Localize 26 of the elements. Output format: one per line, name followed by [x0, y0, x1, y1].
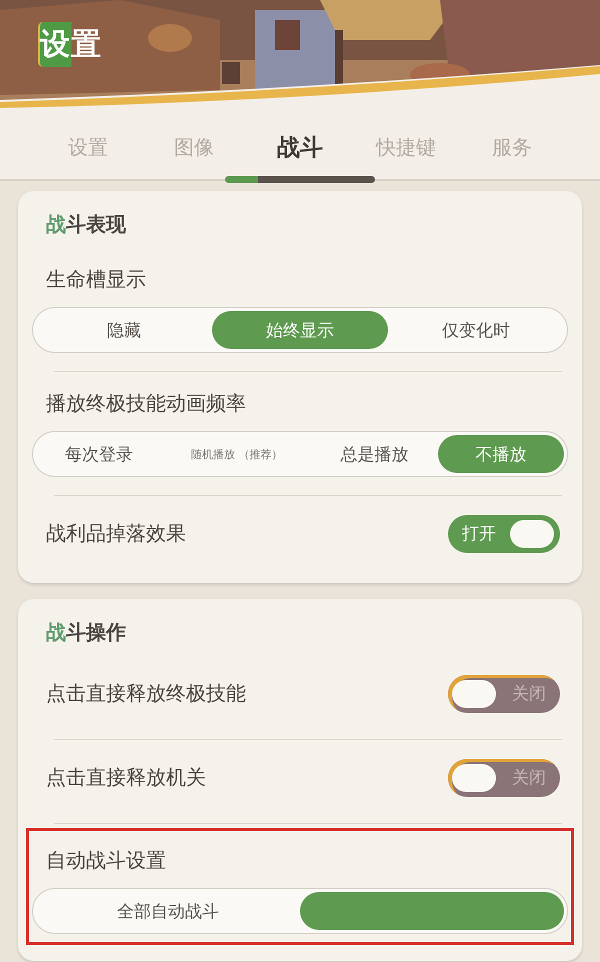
- toggle-switch[interactable]: 关闭: [448, 758, 560, 796]
- tab[interactable]: 服务: [459, 126, 565, 179]
- tab[interactable]: 快捷键: [353, 126, 459, 179]
- segment-option[interactable]: 每次登录: [36, 435, 162, 473]
- tab[interactable]: 战斗: [247, 126, 353, 179]
- section-title: 战斗操作: [46, 619, 127, 646]
- tab[interactable]: 图像: [141, 126, 247, 179]
- segment-option[interactable]: 仅变化时: [388, 311, 564, 349]
- segment-option[interactable]: 总是播放: [311, 435, 438, 473]
- segment-option[interactable]: 不播放: [438, 435, 564, 473]
- setting-label: 播放终极技能动画频率: [46, 390, 247, 417]
- toggle-switch[interactable]: 关闭: [448, 674, 560, 712]
- segment-option[interactable]: 随机播放 （推荐）: [162, 435, 312, 473]
- segment-option[interactable]: 始终显示: [212, 311, 388, 349]
- page-title: 设置: [38, 22, 102, 67]
- tab[interactable]: 设置: [35, 126, 141, 179]
- segment-option[interactable]: [300, 892, 564, 930]
- setting-label: 点击直接释放机关: [46, 764, 206, 791]
- setting-label: 战利品掉落效果: [46, 520, 186, 547]
- toggle-switch[interactable]: 打开: [448, 514, 560, 552]
- setting-label: 生命槽显示: [46, 266, 147, 293]
- setting-label: 自动战斗设置: [46, 847, 167, 874]
- section-title: 战斗表现: [46, 211, 127, 238]
- segment-option[interactable]: 全部自动战斗: [36, 892, 300, 930]
- setting-label: 点击直接释放终极技能: [46, 680, 246, 707]
- segment-option[interactable]: 隐藏: [36, 311, 212, 349]
